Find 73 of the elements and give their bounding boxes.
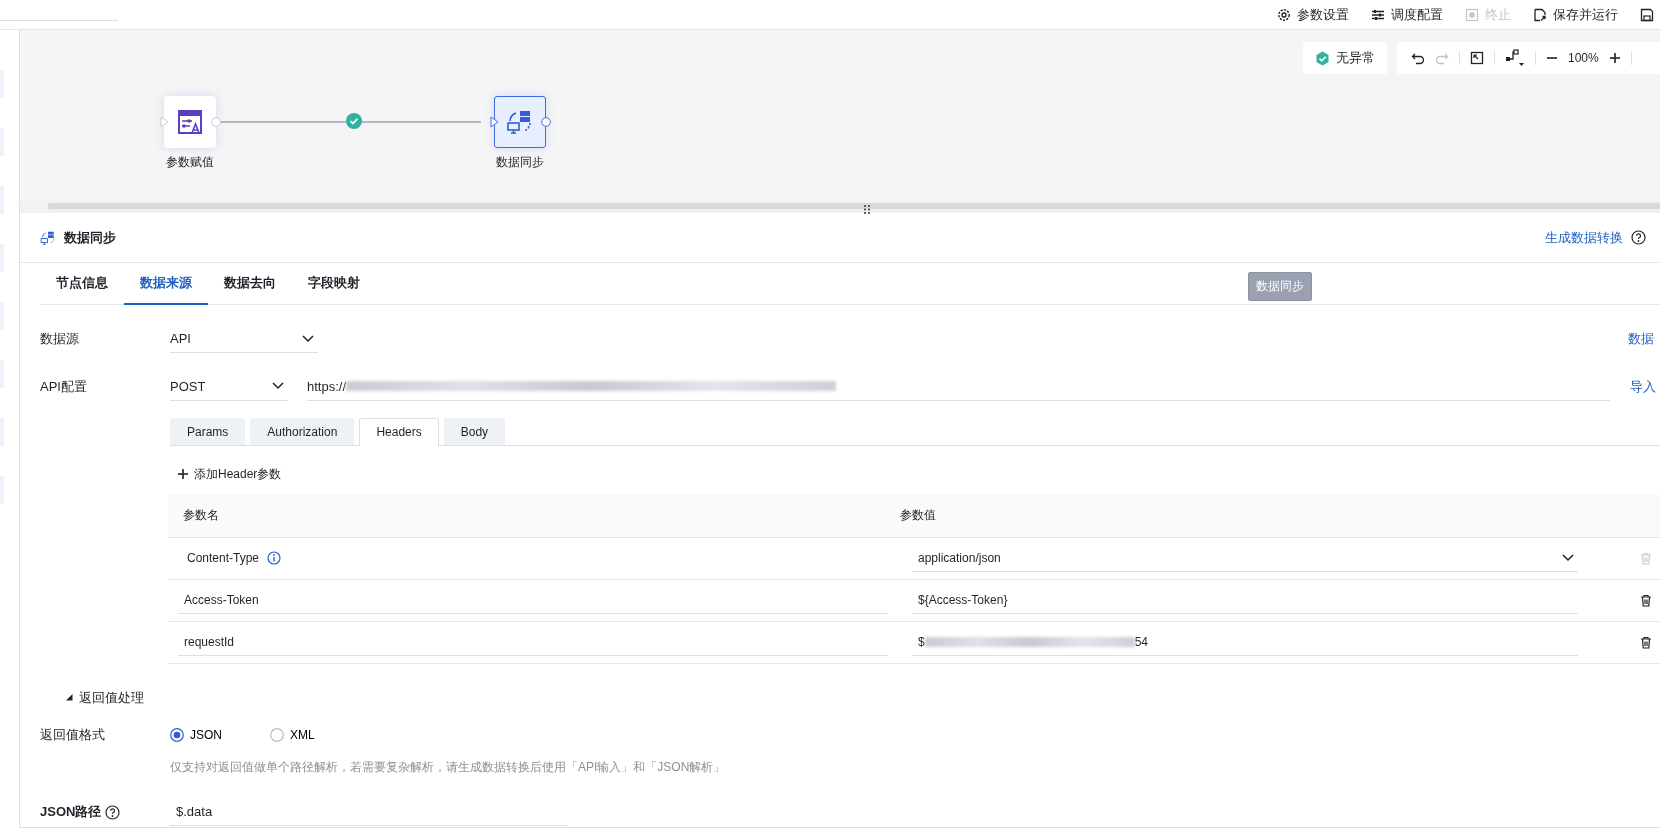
scrollbar[interactable]: [48, 203, 1660, 209]
toolbar-button[interactable]: 保存并运行: [1533, 5, 1618, 24]
chevron-down-icon[interactable]: [272, 382, 284, 391]
radio-option[interactable]: JSON: [170, 727, 270, 742]
add-header-button[interactable]: 添加Header参数: [178, 465, 1660, 483]
select-field[interactable]: API: [170, 325, 318, 354]
section-title: 返回值处理: [79, 688, 144, 707]
radio-option[interactable]: XML: [270, 727, 370, 742]
help-icon[interactable]: [1631, 230, 1646, 246]
chevron-down-icon[interactable]: [302, 334, 314, 343]
column-header: 参数名: [183, 506, 219, 524]
node-label: 参数赋值: [166, 154, 214, 171]
tab[interactable]: 数据来源: [124, 263, 208, 306]
settings-icon: [1277, 7, 1291, 22]
chevron-down-icon[interactable]: [1562, 553, 1574, 562]
status-text: 无异常: [1336, 49, 1375, 67]
toolbar-button[interactable]: 调度配置: [1371, 5, 1443, 24]
zoom-level: 100%: [1568, 51, 1599, 65]
tooltip: 数据同步: [1248, 272, 1312, 301]
save-icon: [1640, 7, 1654, 22]
collapse-triangle-icon[interactable]: [66, 694, 73, 702]
input-port-icon: [160, 116, 169, 128]
flow-node[interactable]: [494, 96, 546, 148]
sliders-icon: [1371, 7, 1385, 22]
form-sliders-icon: [177, 109, 203, 135]
url-field[interactable]: https://: [307, 372, 1610, 401]
method-select[interactable]: POST: [170, 372, 288, 401]
field-label: JSON路径: [40, 803, 102, 822]
help-icon[interactable]: [105, 804, 121, 820]
tab[interactable]: Params: [170, 417, 246, 445]
tab[interactable]: Headers: [359, 417, 439, 446]
param-value-field[interactable]: ${Access-Token}: [912, 586, 1578, 615]
tab[interactable]: 数据去向: [208, 263, 292, 306]
field-label: 返回值格式: [40, 725, 106, 744]
zoom-in-icon[interactable]: [1608, 52, 1621, 64]
trash-icon[interactable]: [1640, 593, 1652, 607]
save-run-icon: [1533, 7, 1547, 22]
plus-icon: [178, 469, 188, 480]
value-select[interactable]: application/json: [912, 544, 1578, 573]
tab[interactable]: Body: [443, 417, 506, 445]
tab[interactable]: 节点信息: [40, 263, 124, 306]
preview-link[interactable]: 数据: [1628, 330, 1654, 349]
drag-handle-icon[interactable]: [864, 205, 870, 214]
field-label: API配置: [40, 377, 88, 396]
param-value-field[interactable]: $ 54: [912, 628, 1578, 657]
node-label: 数据同步: [496, 154, 544, 171]
connector-style-icon[interactable]: [1505, 49, 1525, 67]
param-name-field[interactable]: Access-Token: [178, 586, 888, 615]
input-port-icon: [490, 116, 499, 128]
trash-icon[interactable]: [1640, 635, 1652, 649]
fit-view-icon[interactable]: [1470, 51, 1484, 65]
computer-server-icon: [40, 229, 56, 246]
column-header: 参数值: [900, 506, 936, 524]
computer-server-icon: [506, 109, 534, 135]
field-label: 数据源: [40, 330, 80, 349]
panel-title: 数据同步: [64, 228, 116, 247]
output-port-icon: [541, 117, 551, 127]
param-name-field[interactable]: requestId: [178, 628, 888, 657]
toolbar-button[interactable]: 参数设置: [1277, 5, 1349, 24]
import-link[interactable]: 导入: [1630, 377, 1656, 396]
tab[interactable]: 字段映射: [292, 263, 376, 306]
json-path-field[interactable]: $.data: [170, 798, 568, 827]
info-icon: [267, 551, 282, 566]
hint-text: 仅支持对返回值做单个路径解析，若需要复杂解析，请生成数据转换后使用「API输入」和「JSON解析」: [170, 758, 727, 776]
output-port-icon: [211, 117, 221, 127]
save-button[interactable]: [1640, 7, 1654, 22]
check-icon: [346, 113, 362, 129]
undo-icon[interactable]: [1411, 51, 1425, 65]
check-icon: [1315, 50, 1330, 66]
stop-icon: [1465, 7, 1479, 22]
param-name: Content-Type: [187, 551, 260, 566]
tab[interactable]: Authorization: [250, 417, 355, 445]
generate-link[interactable]: 生成数据转换: [1545, 228, 1623, 247]
